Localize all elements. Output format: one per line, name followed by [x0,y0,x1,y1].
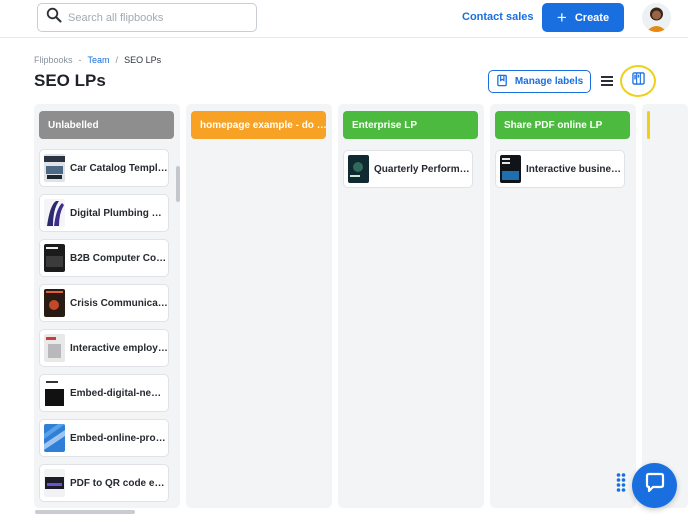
flipbook-thumbnail [44,199,65,227]
flipbook-thumbnail [44,244,65,272]
kanban-board: Unlabelled Car Catalog Templ… Digital Pl… [0,104,688,508]
column-header[interactable]: Enterprise LP [343,111,478,139]
flipbook-card[interactable]: B2B Computer Co… [39,239,169,277]
flipbook-card[interactable]: PDF to QR code e… [39,464,169,502]
flipbook-card[interactable]: Digital Plumbing S… [39,194,169,232]
breadcrumb-team[interactable]: Team [88,55,110,65]
column-header[interactable]: Share PDF online LP [495,111,630,139]
flipbook-card[interactable]: Interactive employ… [39,329,169,367]
column-header[interactable]: Unlabelled [39,111,174,139]
create-button[interactable]: + Create [542,3,624,32]
manage-labels-label: Manage labels [514,76,584,87]
flipbook-card[interactable]: Car Catalog Templ… [39,149,169,187]
board-column-homepage-example: homepage example - do … [186,104,332,508]
page-title: SEO LPs [34,71,106,90]
flipbook-thumbnail [44,469,65,497]
drag-handle-icon[interactable] [616,472,626,494]
flipbook-title: Crisis Communica… [70,297,168,309]
flipbook-thumbnail [44,379,65,407]
chat-button[interactable] [632,463,677,508]
search-input[interactable] [68,11,248,24]
board-view-icon [631,72,645,90]
flipbook-card[interactable]: Interactive busines… [495,150,625,188]
search-box[interactable] [37,3,257,32]
flipbook-title: Interactive employ… [70,342,168,354]
flipbook-thumbnail [500,155,521,183]
board-column-unlabelled: Unlabelled Car Catalog Templ… Digital Pl… [34,104,180,508]
flipbook-thumbnail [44,424,65,452]
breadcrumb-separator: - [78,55,82,65]
chat-icon [643,471,667,500]
flipbook-title: B2B Computer Co… [70,252,167,264]
flipbook-card[interactable]: Crisis Communica… [39,284,169,322]
list-view-icon[interactable] [600,74,614,88]
horizontal-scrollbar[interactable] [35,510,135,514]
flipbook-thumbnail [348,155,369,183]
search-icon [46,7,62,28]
flipbook-card[interactable]: Embed-online-pros… [39,419,169,457]
column-header[interactable]: homepage example - do … [191,111,326,139]
breadcrumb: Flipbooks - Team / SEO LPs [34,55,161,65]
flipbook-card[interactable]: Embed-digital-new… [39,374,169,412]
flipbook-title: Digital Plumbing S… [70,207,168,219]
contact-sales-link[interactable]: Contact sales [462,11,534,23]
flipbook-thumbnail [44,154,65,182]
plus-icon: + [556,8,567,27]
flipbook-thumbnail [44,334,65,362]
avatar[interactable] [642,3,671,32]
board-column-enterprise-lp: Enterprise LP Quarterly Perform… [338,104,484,508]
manage-labels-button[interactable]: Manage labels [488,70,591,93]
breadcrumb-current: SEO LPs [124,55,162,65]
create-button-label: Create [574,11,610,24]
flipbook-card[interactable]: Quarterly Perform… [343,150,473,188]
breadcrumb-flipbooks[interactable]: Flipbooks [34,55,73,65]
flipbook-title: Quarterly Perform… [374,163,470,175]
bookmark-icon [496,74,509,90]
board-column-share-pdf-online-lp: Share PDF online LP Interactive busines… [490,104,636,508]
flipbook-title: Car Catalog Templ… [70,162,168,174]
flipbook-thumbnail [44,289,65,317]
top-bar: Contact sales + Create [0,0,688,38]
board-view-button[interactable] [620,65,656,97]
breadcrumb-separator: / [115,55,119,65]
column-header-partial [647,111,650,139]
flipbook-title: Embed-digital-new… [70,387,168,399]
column-scrollbar[interactable] [176,166,180,202]
flipbook-title: Embed-online-pros… [70,432,168,444]
flipbook-title: PDF to QR code e… [70,477,165,489]
board-column-partial [642,104,688,508]
flipbook-title: Interactive busines… [526,163,624,175]
